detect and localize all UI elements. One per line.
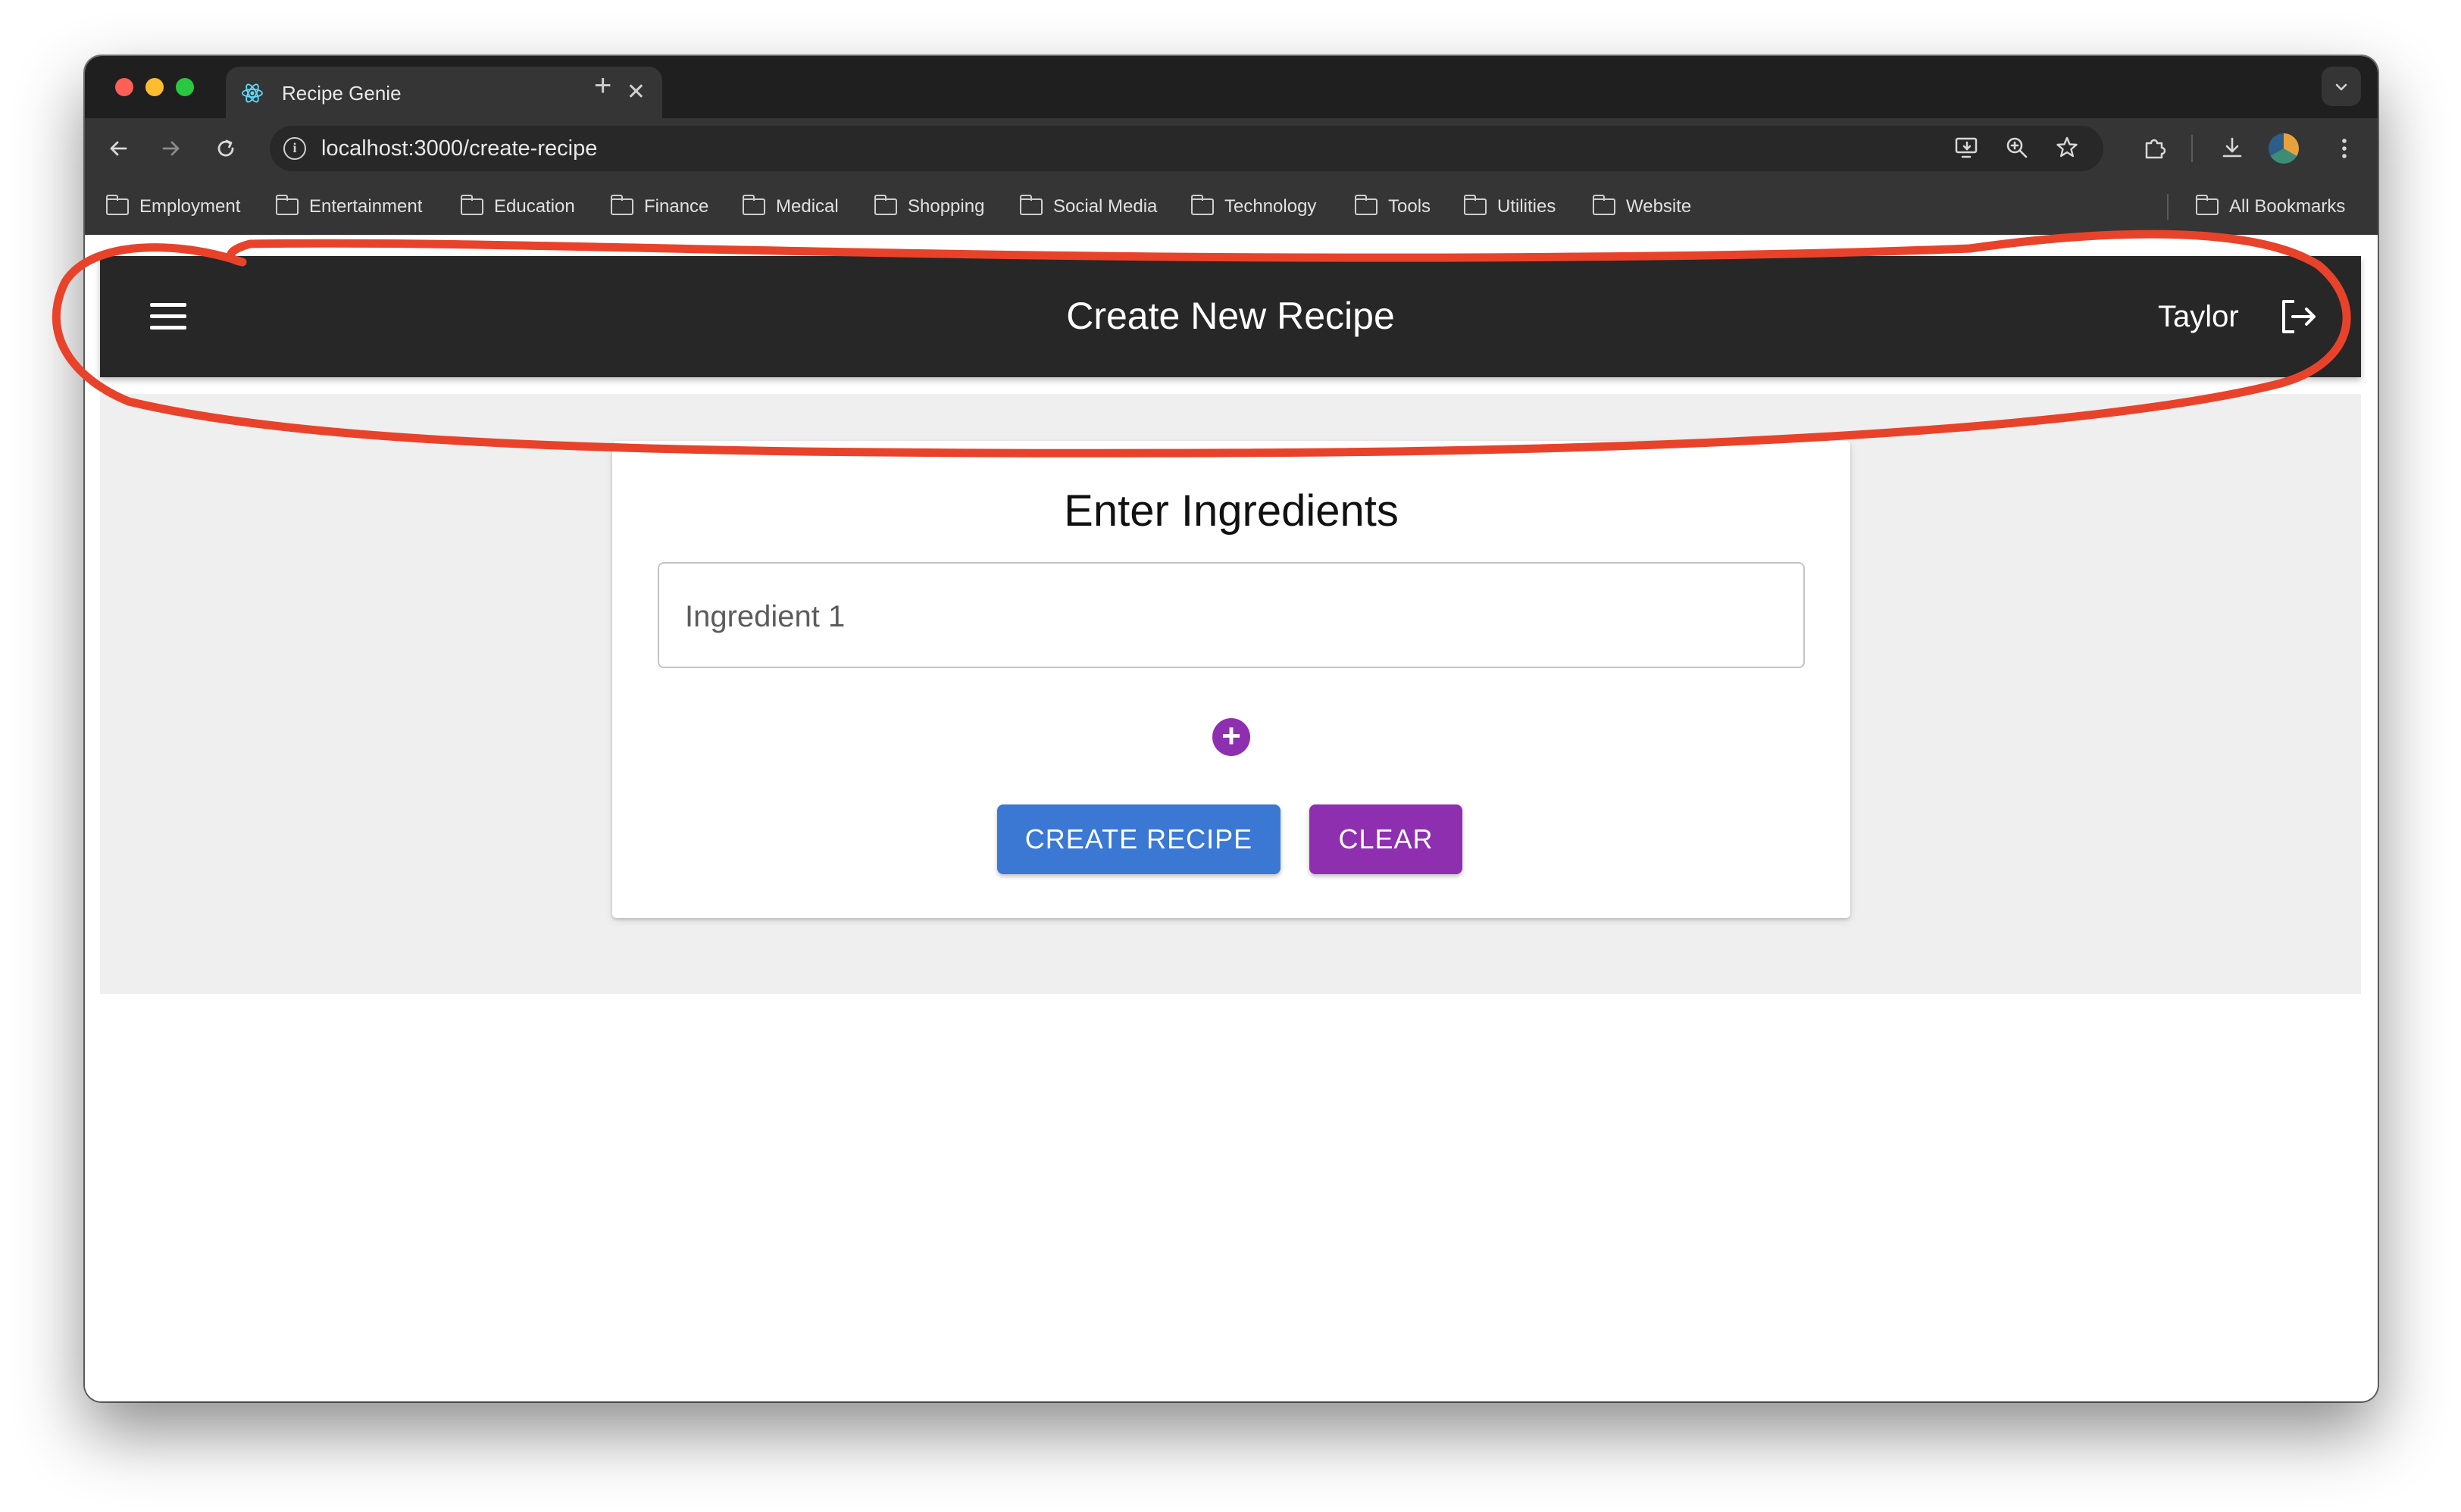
arrow-right-icon (162, 141, 180, 156)
browser-menu-button[interactable] (2328, 132, 2361, 165)
folder-icon (1354, 195, 1377, 215)
react-icon (242, 83, 263, 103)
bookmarks-separator (2167, 194, 2169, 220)
tab-strip: Recipe Genie ✕ + (85, 56, 2378, 118)
bookmark-label: Shopping (908, 196, 985, 217)
bookmark-label: Finance (644, 196, 709, 217)
address-bar[interactable]: i localhost:3000/create-recipe (270, 126, 2103, 171)
create-recipe-button[interactable]: CREATE RECIPE (997, 804, 1281, 874)
bookmark-social-media[interactable]: Social Media (1019, 192, 1158, 221)
folder-icon (742, 195, 765, 215)
downloads-button[interactable] (2216, 132, 2249, 165)
reload-icon (217, 139, 234, 157)
card-heading: Enter Ingredients (1064, 486, 1399, 536)
url-text[interactable]: localhost:3000/create-recipe (321, 136, 597, 161)
page-title: Create New Recipe (1066, 295, 1395, 337)
arrow-left-icon (110, 141, 127, 156)
folder-icon (874, 195, 897, 215)
forward-button[interactable] (155, 132, 188, 165)
ingredient-field[interactable] (658, 562, 1805, 668)
folder-icon (460, 195, 483, 215)
close-window-button[interactable] (115, 78, 133, 96)
folder-icon (105, 195, 129, 215)
ingredients-card: Enter Ingredients + CREATE RECIPE CLEAR (612, 441, 1850, 918)
chevron-down-icon (2335, 83, 2347, 90)
minimize-window-button[interactable] (145, 78, 164, 96)
more-vertical-icon (2342, 139, 2347, 158)
folder-icon (1463, 195, 1487, 215)
bookmark-shopping[interactable]: Shopping (874, 192, 984, 221)
bookmark-label: Utilities (1497, 196, 1556, 217)
add-ingredient-button[interactable]: + (1212, 718, 1250, 756)
bookmark-label: Education (494, 196, 575, 217)
reload-button[interactable] (209, 132, 242, 165)
browser-toolbar: i localhost:3000/create-recipe (85, 118, 2378, 179)
bookmark-employment[interactable]: Employment (105, 192, 241, 221)
logout-icon[interactable] (2278, 295, 2320, 338)
bookmark-label: Technology (1224, 196, 1317, 217)
maximize-window-button[interactable] (176, 78, 194, 96)
bookmark-education[interactable]: Education (460, 192, 575, 221)
bookmark-entertainment[interactable]: Entertainment (275, 192, 423, 221)
bookmark-tools[interactable]: Tools (1354, 192, 1431, 221)
ingredient-input[interactable] (685, 595, 1746, 638)
back-button[interactable] (102, 132, 135, 165)
profile-avatar[interactable] (2269, 133, 2299, 164)
folder-icon (610, 195, 633, 215)
folder-icon (1019, 195, 1043, 215)
bookmarks-bar: Employment Entertainment Education Finan… (85, 179, 2378, 235)
browser-window: Recipe Genie ✕ + i localhost:3000/create… (85, 56, 2378, 1401)
bookmark-label: Social Media (1053, 196, 1158, 217)
clear-button[interactable]: CLEAR (1309, 804, 1462, 874)
bookmark-label: Tools (1388, 196, 1431, 217)
bookmark-finance[interactable]: Finance (610, 192, 709, 221)
bookmark-label: Entertainment (309, 196, 423, 217)
bookmark-star-icon[interactable] (2053, 135, 2081, 162)
tab-close-icon[interactable]: ✕ (627, 80, 646, 105)
content-area: Enter Ingredients + CREATE RECIPE CLEAR (100, 394, 2361, 994)
bookmark-label: Website (1626, 196, 1692, 217)
bookmark-medical[interactable]: Medical (742, 192, 839, 221)
bookmark-label: All Bookmarks (2229, 196, 2346, 217)
folder-icon (1592, 195, 1615, 215)
extensions-button[interactable] (2138, 132, 2172, 165)
all-bookmarks[interactable]: All Bookmarks (2195, 192, 2346, 221)
zoom-icon[interactable] (2003, 135, 2031, 162)
user-name: Taylor (2158, 300, 2239, 333)
bookmark-label: Medical (776, 196, 839, 217)
bookmark-utilities[interactable]: Utilities (1463, 192, 1556, 221)
folder-icon (275, 195, 299, 215)
bookmark-label: Employment (139, 196, 241, 217)
bookmark-technology[interactable]: Technology (1190, 192, 1317, 221)
download-icon (2222, 137, 2242, 158)
new-tab-button[interactable]: + (594, 70, 611, 102)
web-page: Create New Recipe Taylor Enter Ingredien… (85, 235, 2378, 1401)
tab-title: Recipe Genie (282, 82, 402, 105)
app-header: Create New Recipe Taylor (100, 256, 2361, 377)
toolbar-separator (2191, 135, 2193, 162)
puzzle-icon (2145, 139, 2166, 159)
site-info-icon[interactable]: i (283, 137, 306, 160)
install-app-icon[interactable] (1953, 135, 1981, 162)
folder-icon (2195, 195, 2219, 215)
folder-icon (1190, 195, 1214, 215)
tab-search-button[interactable] (2322, 67, 2361, 106)
bookmark-website[interactable]: Website (1592, 192, 1692, 221)
